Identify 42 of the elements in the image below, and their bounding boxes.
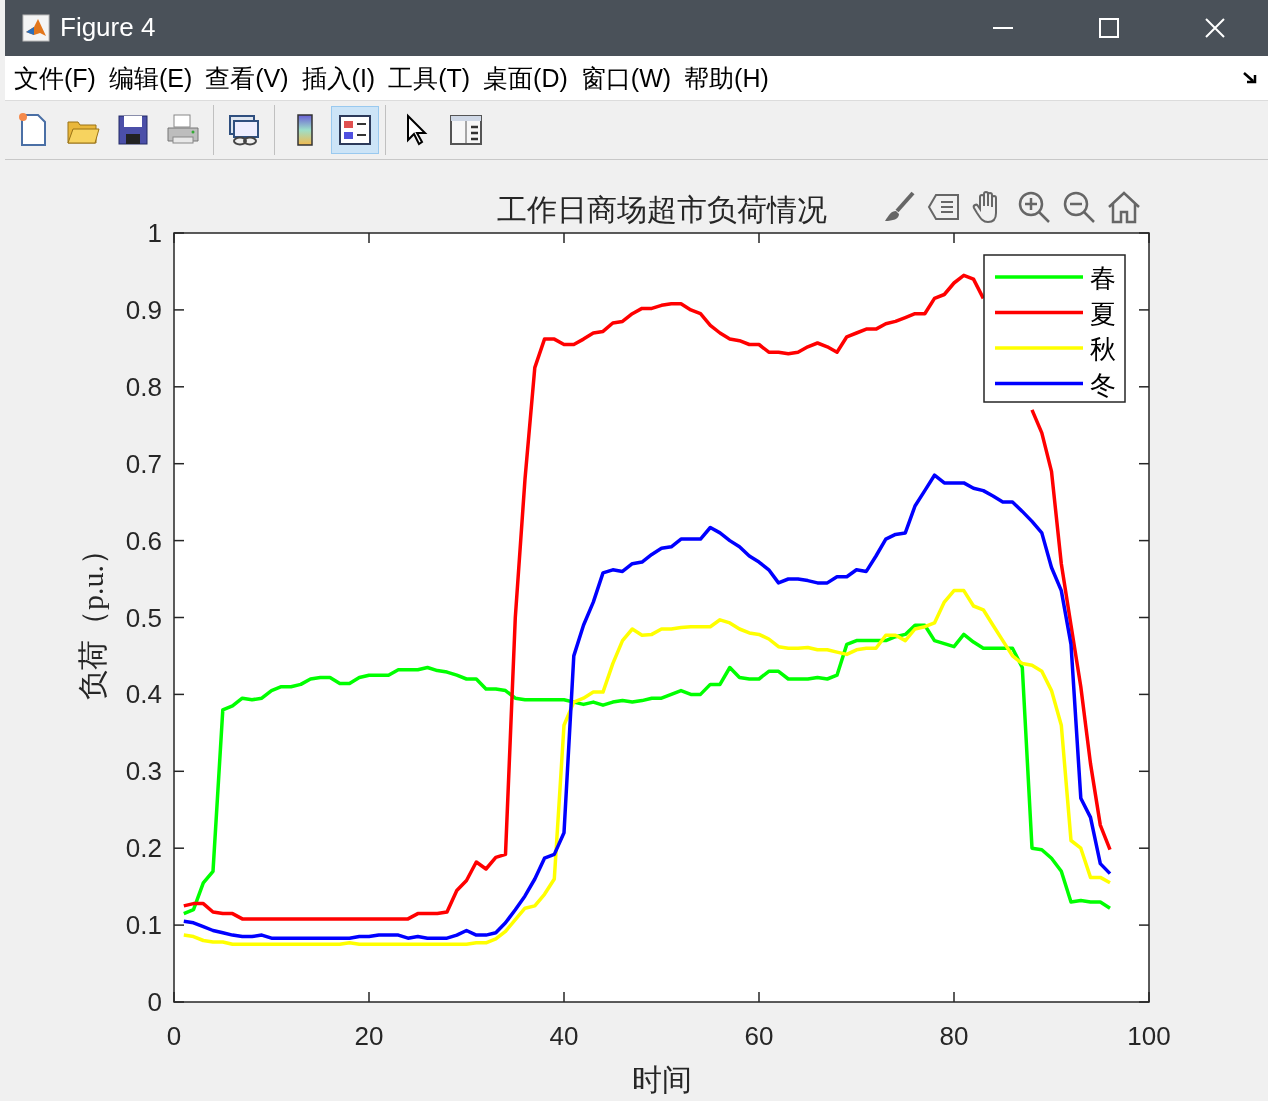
menu-item[interactable]: 插入(I) [296, 61, 384, 95]
zoom-out-icon[interactable] [1061, 189, 1097, 225]
maximize-icon [1098, 16, 1120, 39]
chart-title: 工作日商场超市负荷情况 [496, 193, 827, 226]
tick-label: 0.1 [125, 910, 162, 941]
window-title: Figure 4 [60, 12, 156, 44]
app-icon [22, 13, 50, 42]
tick-label: 0.6 [125, 525, 162, 556]
tick-label: 0.4 [125, 679, 162, 710]
tick-label: 0.7 [125, 448, 162, 479]
tick-label: 20 [354, 1021, 384, 1051]
tick-label: 60 [744, 1021, 774, 1051]
legend-label: 冬 [1090, 370, 1116, 400]
dock-arrow-icon[interactable] [1242, 71, 1258, 85]
y-axis-label: 负荷（p.u.） [76, 535, 109, 700]
home-icon[interactable] [1106, 189, 1142, 225]
tick-label: 0 [147, 987, 162, 1017]
close-icon [1204, 16, 1226, 39]
tick-label: 40 [549, 1021, 579, 1051]
tick-label: 100 [1127, 1021, 1171, 1051]
x-axis-label: 时间 [631, 1063, 692, 1096]
tick-label: 80 [939, 1021, 969, 1051]
tick-label: 0 [166, 1021, 182, 1051]
menu-item[interactable]: 工具(T) [383, 61, 479, 95]
tick-label: 0.9 [125, 294, 162, 325]
zoom-in-icon[interactable] [1016, 189, 1052, 225]
tick-label: 0.2 [125, 833, 162, 864]
menu-item[interactable]: 编辑(E) [103, 61, 201, 95]
legend-tool-button[interactable] [331, 106, 379, 155]
menu-item[interactable]: 帮助(H) [679, 61, 777, 95]
menu-item[interactable]: 查看(V) [200, 61, 297, 95]
tick-label: 0.8 [125, 371, 162, 402]
tick-label: 0.3 [125, 756, 162, 787]
legend-label: 夏 [1090, 299, 1116, 329]
legend-label: 秋 [1090, 335, 1116, 364]
menu-item[interactable]: 窗口(W) [575, 61, 680, 95]
tick-label: 1 [147, 218, 162, 248]
menu-item[interactable]: 桌面(D) [478, 61, 576, 95]
minimize-icon [992, 26, 1014, 29]
tick-label: 0.5 [125, 602, 162, 633]
legend-label: 春 [1090, 264, 1116, 293]
menu-item[interactable]: 文件(F) [9, 61, 104, 95]
